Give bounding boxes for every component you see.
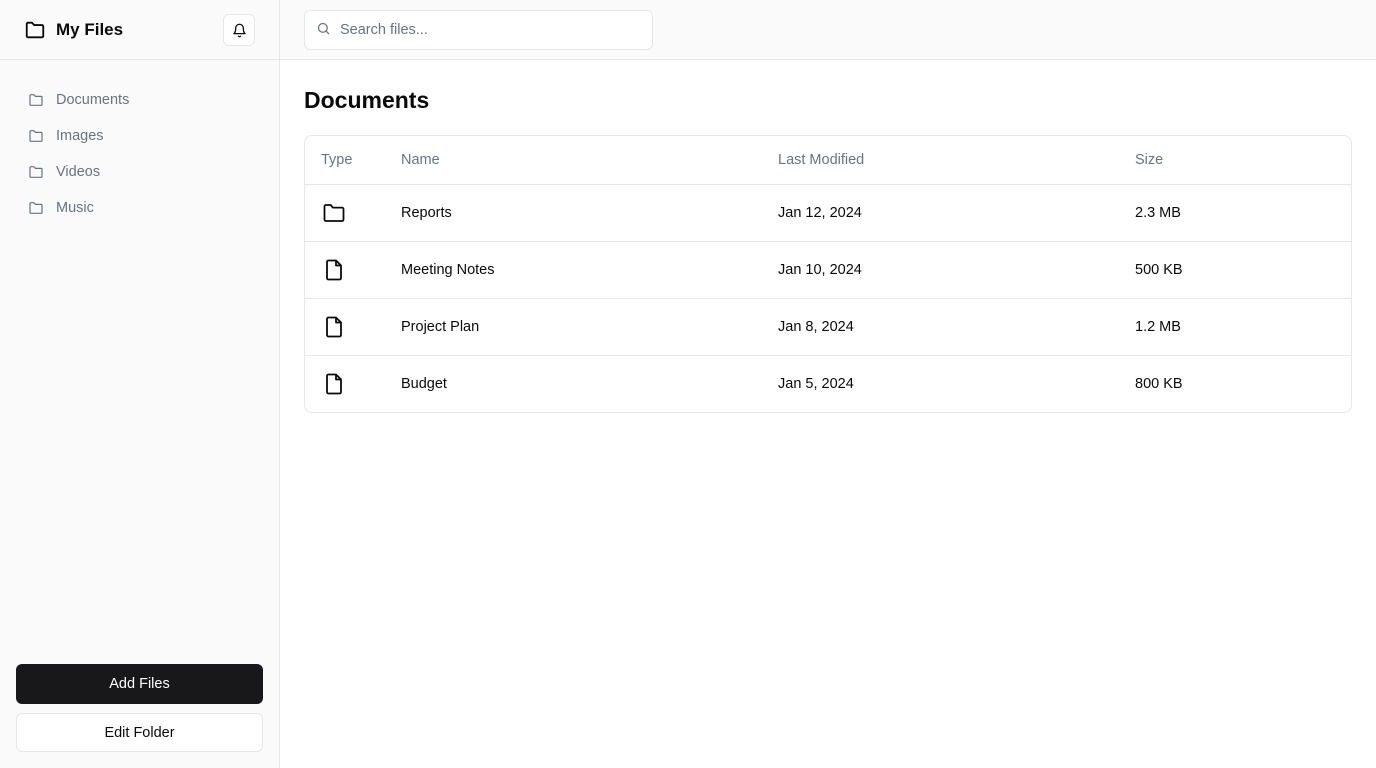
type-cell: [305, 355, 401, 412]
table-header: Type Name Last Modified Size: [305, 136, 1351, 185]
topbar: [280, 0, 1376, 60]
page-title: Documents: [304, 87, 430, 113]
column-header-modified: Last Modified: [778, 136, 1135, 185]
folder-icon: [28, 128, 44, 144]
modified-cell: Jan 10, 2024: [778, 241, 1135, 299]
table-row[interactable]: Project Plan Jan 8, 2024 1.2 MB: [305, 298, 1351, 356]
app-root: My Files Documents Images Videos Music A…: [0, 0, 1376, 768]
column-header-name: Name: [401, 136, 778, 185]
name-cell: Budget: [401, 375, 447, 392]
sidebar-item-images[interactable]: Images: [0, 118, 279, 154]
table-row[interactable]: Meeting Notes Jan 10, 2024 500 KB: [305, 241, 1351, 299]
sidebar-item-label: Images: [56, 128, 104, 144]
files-table-card: Type Name Last Modified Size Reports Jan…: [304, 135, 1352, 413]
type-cell: [305, 241, 401, 299]
sidebar-item-label: Videos: [56, 164, 101, 180]
table-header-row: Type Name Last Modified Size: [305, 136, 1351, 185]
search-box[interactable]: [304, 9, 653, 50]
sidebar: My Files Documents Images Videos Music A…: [0, 0, 280, 768]
add-files-button[interactable]: Add Files: [16, 664, 263, 704]
name-cell: Project Plan: [401, 298, 778, 356]
content-area: Documents Type Name Last Modified Size R…: [280, 60, 1376, 413]
folder-icon: [28, 200, 44, 216]
modified-cell: Jan 12, 2024: [778, 184, 1135, 242]
brand: My Files: [24, 19, 123, 41]
file-icon: [322, 258, 346, 282]
modified-cell: Jan 5, 2024: [778, 375, 854, 392]
file-icon: [322, 315, 346, 339]
sidebar-item-label: Documents: [56, 92, 130, 108]
name-cell: Reports: [401, 184, 778, 242]
search-icon: [316, 21, 331, 36]
sidebar-header: My Files: [0, 0, 279, 60]
type-cell: [305, 298, 401, 356]
files-table: Type Name Last Modified Size Reports Jan…: [305, 136, 1351, 412]
folder-icon: [322, 201, 346, 225]
column-header-size: Size: [1135, 136, 1351, 185]
column-header-type: Type: [305, 136, 401, 185]
sidebar-item-label: Music: [56, 200, 94, 216]
sidebar-footer: Add Files Edit Folder: [16, 664, 263, 752]
folder-icon: [28, 92, 44, 108]
bell-icon: [232, 23, 247, 38]
type-cell: [305, 184, 401, 242]
size-cell: 500 KB: [1135, 241, 1351, 299]
name-cell: Meeting Notes: [401, 241, 778, 299]
size-cell: 2.3 MB: [1135, 184, 1351, 242]
edit-folder-button[interactable]: Edit Folder: [16, 713, 263, 752]
folder-icon: [28, 164, 44, 180]
sidebar-item-music[interactable]: Music: [0, 190, 279, 226]
search-input[interactable]: [340, 21, 630, 38]
main-content: Documents Type Name Last Modified Size: [280, 0, 1376, 768]
notifications-button[interactable]: [223, 14, 255, 46]
table-row[interactable]: Reports Jan 12, 2024 2.3 MB: [305, 184, 1351, 242]
size-cell: 1.2 MB: [1135, 298, 1351, 356]
table-body: Reports Jan 12, 2024 2.3 MB Meeting Note…: [305, 184, 1351, 412]
app-title: My Files: [56, 19, 124, 39]
size-cell: 800 KB: [1135, 375, 1183, 392]
sidebar-item-videos[interactable]: Videos: [0, 154, 279, 190]
sidebar-nav: Documents Images Videos Music: [0, 60, 279, 226]
folder-icon: [24, 19, 46, 41]
sidebar-item-documents[interactable]: Documents: [0, 82, 279, 118]
modified-cell: Jan 8, 2024: [778, 298, 1135, 356]
table-row[interactable]: Budget Jan 5, 2024 800 KB: [305, 355, 1351, 412]
file-icon: [322, 372, 346, 396]
